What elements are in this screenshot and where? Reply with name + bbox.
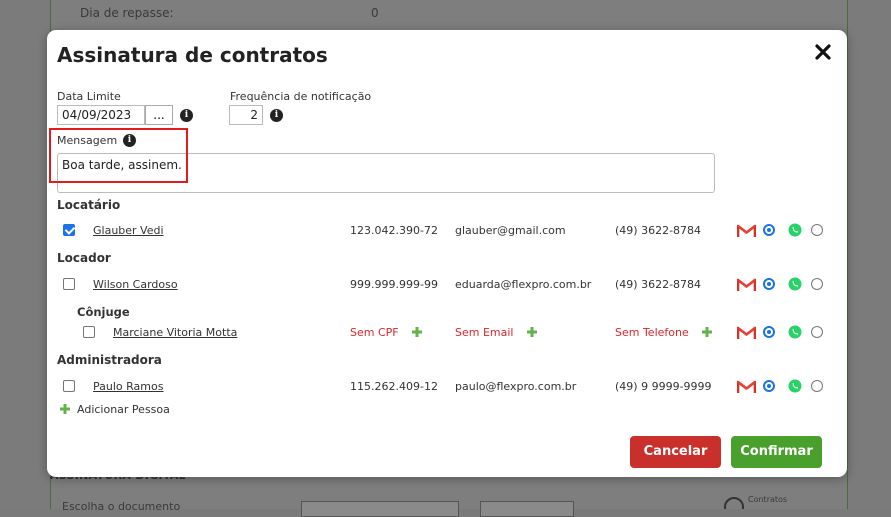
person-email: eduarda@flexpro.com.br xyxy=(455,278,592,291)
person-cpf: 999.999.999-99 xyxy=(350,278,438,291)
modal-title: Assinatura de contratos xyxy=(57,43,328,67)
bg-row-value: 0 xyxy=(371,6,379,20)
section-locatario: Locatário xyxy=(57,198,121,212)
person-checkbox[interactable] xyxy=(63,380,75,392)
person-checkbox[interactable] xyxy=(83,326,95,338)
person-cpf: 115.262.409-12 xyxy=(350,380,438,393)
frequency-input[interactable] xyxy=(229,105,263,125)
whatsapp-icon xyxy=(788,325,802,339)
person-name[interactable]: Glauber Vedi xyxy=(93,224,164,237)
bg-logo-text: Contratos xyxy=(748,495,788,504)
whatsapp-channel-radio[interactable] xyxy=(811,224,823,236)
section-conjuge: Cônjuge xyxy=(77,305,130,319)
highlight-box xyxy=(49,128,188,183)
date-limit-label: Data Limite xyxy=(57,90,121,103)
whatsapp-icon xyxy=(788,277,802,291)
person-name[interactable]: Paulo Ramos xyxy=(93,380,163,393)
add-person-label: Adicionar Pessoa xyxy=(77,402,170,416)
gmail-icon xyxy=(737,326,756,339)
gmail-icon xyxy=(737,380,756,393)
bg-button xyxy=(480,501,574,517)
section-administradora: Administradora xyxy=(57,353,162,367)
info-icon[interactable]: i xyxy=(180,109,193,122)
missing-cpf: Sem CPF xyxy=(350,326,399,339)
email-channel-radio[interactable] xyxy=(763,278,775,290)
plus-icon xyxy=(60,404,70,414)
close-icon[interactable] xyxy=(813,42,833,62)
plus-icon[interactable] xyxy=(526,326,538,338)
person-phone: (49) 3622-8784 xyxy=(615,278,702,291)
email-channel-radio[interactable] xyxy=(763,224,775,236)
gmail-icon xyxy=(737,278,756,291)
info-icon[interactable]: i xyxy=(270,109,283,122)
frequency-label: Frequência de notificação xyxy=(230,90,372,103)
date-picker-button[interactable]: ... xyxy=(145,105,173,125)
person-email: paulo@flexpro.com.br xyxy=(455,380,577,393)
gmail-icon xyxy=(737,224,756,237)
date-limit-input[interactable] xyxy=(57,105,145,125)
signature-modal: Assinatura de contratos Data Limite ... … xyxy=(47,30,847,477)
whatsapp-channel-radio[interactable] xyxy=(811,326,823,338)
whatsapp-icon xyxy=(788,379,802,393)
person-email: glauber@gmail.com xyxy=(455,224,566,237)
add-person-link[interactable]: Adicionar Pessoa xyxy=(59,402,170,416)
person-name[interactable]: Marciane Vitoria Motta xyxy=(113,326,237,339)
plus-icon[interactable] xyxy=(411,326,423,338)
email-channel-radio[interactable] xyxy=(763,326,775,338)
bg-row-label: Dia de repasse: xyxy=(80,6,174,20)
bg-document-select xyxy=(301,501,459,517)
confirm-button[interactable]: Confirmar xyxy=(731,436,822,468)
whatsapp-icon xyxy=(788,223,802,237)
section-locador: Locador xyxy=(57,251,111,265)
person-name[interactable]: Wilson Cardoso xyxy=(93,278,178,291)
person-checkbox[interactable] xyxy=(63,278,75,290)
email-channel-radio[interactable] xyxy=(763,380,775,392)
person-phone: (49) 3622-8784 xyxy=(615,224,702,237)
person-phone: (49) 9 9999-9999 xyxy=(615,380,712,393)
person-checkbox[interactable] xyxy=(63,224,75,236)
plus-icon[interactable] xyxy=(701,326,713,338)
person-cpf: 123.042.390-72 xyxy=(350,224,438,237)
whatsapp-channel-radio[interactable] xyxy=(811,278,823,290)
whatsapp-channel-radio[interactable] xyxy=(811,380,823,392)
bg-doc-label: Escolha o documento xyxy=(62,500,181,513)
missing-email: Sem Email xyxy=(455,326,514,339)
cancel-button[interactable]: Cancelar xyxy=(630,436,721,468)
bg-logo-icon xyxy=(724,497,744,509)
missing-phone: Sem Telefone xyxy=(615,326,689,339)
